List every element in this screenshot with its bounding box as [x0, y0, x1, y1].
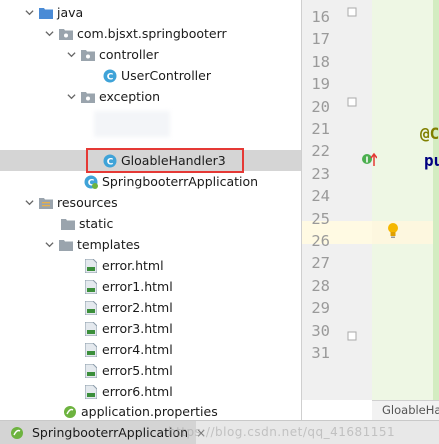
java-class-icon: C [103, 69, 117, 83]
spring-boot-run-icon [10, 426, 24, 440]
implemented-icon[interactable]: I [361, 152, 378, 171]
html-file-icon [84, 258, 98, 273]
tree-label: error1.html [102, 279, 173, 294]
html-file-icon [84, 279, 98, 294]
project-tree: java com.bjsxt.springbooterr controller … [0, 0, 301, 420]
tree-node-exception[interactable]: exception [0, 86, 301, 107]
tree-node-templates[interactable]: templates [0, 234, 301, 255]
spring-properties-icon [63, 405, 77, 419]
tree-label: application.properties [81, 404, 218, 419]
tree-label: error.html [102, 258, 164, 273]
chevron-down-icon[interactable] [65, 91, 77, 103]
svg-text:I: I [366, 156, 369, 165]
tree-node-java[interactable]: java [0, 2, 301, 23]
keyword-token: pu [424, 151, 439, 170]
tree-node-app-properties[interactable]: application.properties [0, 401, 301, 420]
chevron-down-icon[interactable] [23, 197, 35, 209]
tree-node-html-file[interactable]: error.html [0, 255, 301, 276]
tree-label: error5.html [102, 363, 173, 378]
chevron-down-icon[interactable] [65, 49, 77, 61]
package-icon [59, 27, 73, 41]
line-number: 29 [311, 299, 330, 318]
line-number: 27 [311, 254, 330, 273]
line-number: 28 [311, 276, 330, 295]
html-file-icon [84, 363, 98, 378]
tree-node-app-class[interactable]: C SpringbooterrApplication [0, 171, 301, 192]
watermark-text: https://blog.csdn.net/qq_41681151 [168, 425, 396, 439]
line-number: 31 [311, 344, 330, 362]
html-file-icon [84, 384, 98, 399]
code-scope-bar [433, 0, 439, 400]
resources-folder-icon [39, 196, 53, 210]
fold-marker-icon[interactable] [347, 330, 357, 341]
code-area[interactable] [372, 0, 439, 400]
line-number: 17 [311, 30, 330, 49]
annotation-highlight-box [86, 148, 244, 173]
tree-node-controller[interactable]: controller [0, 44, 301, 65]
line-number: 16 [311, 8, 330, 26]
chevron-down-icon[interactable] [43, 28, 55, 40]
editor-file-tab[interactable]: GloableHa [372, 400, 439, 420]
line-number: 20 [311, 97, 330, 116]
folder-icon [59, 238, 73, 252]
line-number: 22 [311, 142, 330, 161]
tree-node-html-file[interactable]: error2.html [0, 297, 301, 318]
line-number: 19 [311, 75, 330, 94]
tree-label: controller [99, 47, 159, 62]
tree-label: templates [77, 237, 140, 252]
html-file-icon [84, 321, 98, 336]
line-number: 30 [311, 321, 330, 340]
tree-label: com.bjsxt.springbooterr [77, 26, 227, 41]
source-folder-icon [39, 6, 53, 20]
chevron-down-icon[interactable] [43, 239, 55, 251]
spring-boot-class-icon: C [84, 175, 98, 189]
line-number: 25 [311, 209, 330, 228]
run-tab[interactable]: SpringbooterrApplication × [0, 421, 206, 444]
tree-label: exception [99, 89, 161, 104]
tree-node-resources[interactable]: resources [0, 192, 301, 213]
tree-node-package[interactable]: com.bjsxt.springbooterr [0, 23, 301, 44]
tree-node-html-file[interactable]: error5.html [0, 360, 301, 381]
tree-label: UserController [121, 68, 211, 83]
tree-node-html-file[interactable]: error1.html [0, 276, 301, 297]
blurred-region [94, 111, 170, 137]
chevron-down-icon[interactable] [23, 7, 35, 19]
tree-node-html-file[interactable]: error3.html [0, 318, 301, 339]
tree-node-html-file[interactable]: error4.html [0, 339, 301, 360]
line-number: 26 [311, 232, 330, 250]
line-number: 23 [311, 164, 330, 183]
line-number: 21 [311, 120, 330, 138]
fold-marker-icon[interactable] [347, 6, 357, 17]
html-file-icon [84, 342, 98, 357]
svg-text:C: C [107, 72, 114, 82]
tree-label: java [57, 5, 84, 20]
tree-node-static[interactable]: static [0, 213, 301, 234]
tree-label: resources [57, 195, 118, 210]
lightbulb-icon[interactable] [386, 222, 400, 243]
line-number: 24 [311, 187, 330, 206]
tree-label: error3.html [102, 321, 173, 336]
tree-label: SpringbooterrApplication [102, 174, 259, 189]
current-line-highlight-code [372, 221, 439, 244]
tree-label: error2.html [102, 300, 173, 315]
tree-label: error6.html [102, 384, 173, 399]
package-icon [81, 90, 95, 104]
folder-icon [61, 217, 75, 231]
package-icon [81, 48, 95, 62]
run-tab-label: SpringbooterrApplication [32, 425, 189, 440]
tree-node-user-controller[interactable]: C UserController [0, 65, 301, 86]
tree-node-html-file[interactable]: error6.html [0, 381, 301, 402]
tree-label: static [79, 216, 114, 231]
fold-marker-icon[interactable] [347, 96, 357, 107]
tree-label: error4.html [102, 342, 173, 357]
line-number: 18 [311, 52, 330, 71]
html-file-icon [84, 300, 98, 315]
editor-tab-label: GloableHa [382, 403, 439, 417]
annotation-token: @C [420, 124, 439, 143]
